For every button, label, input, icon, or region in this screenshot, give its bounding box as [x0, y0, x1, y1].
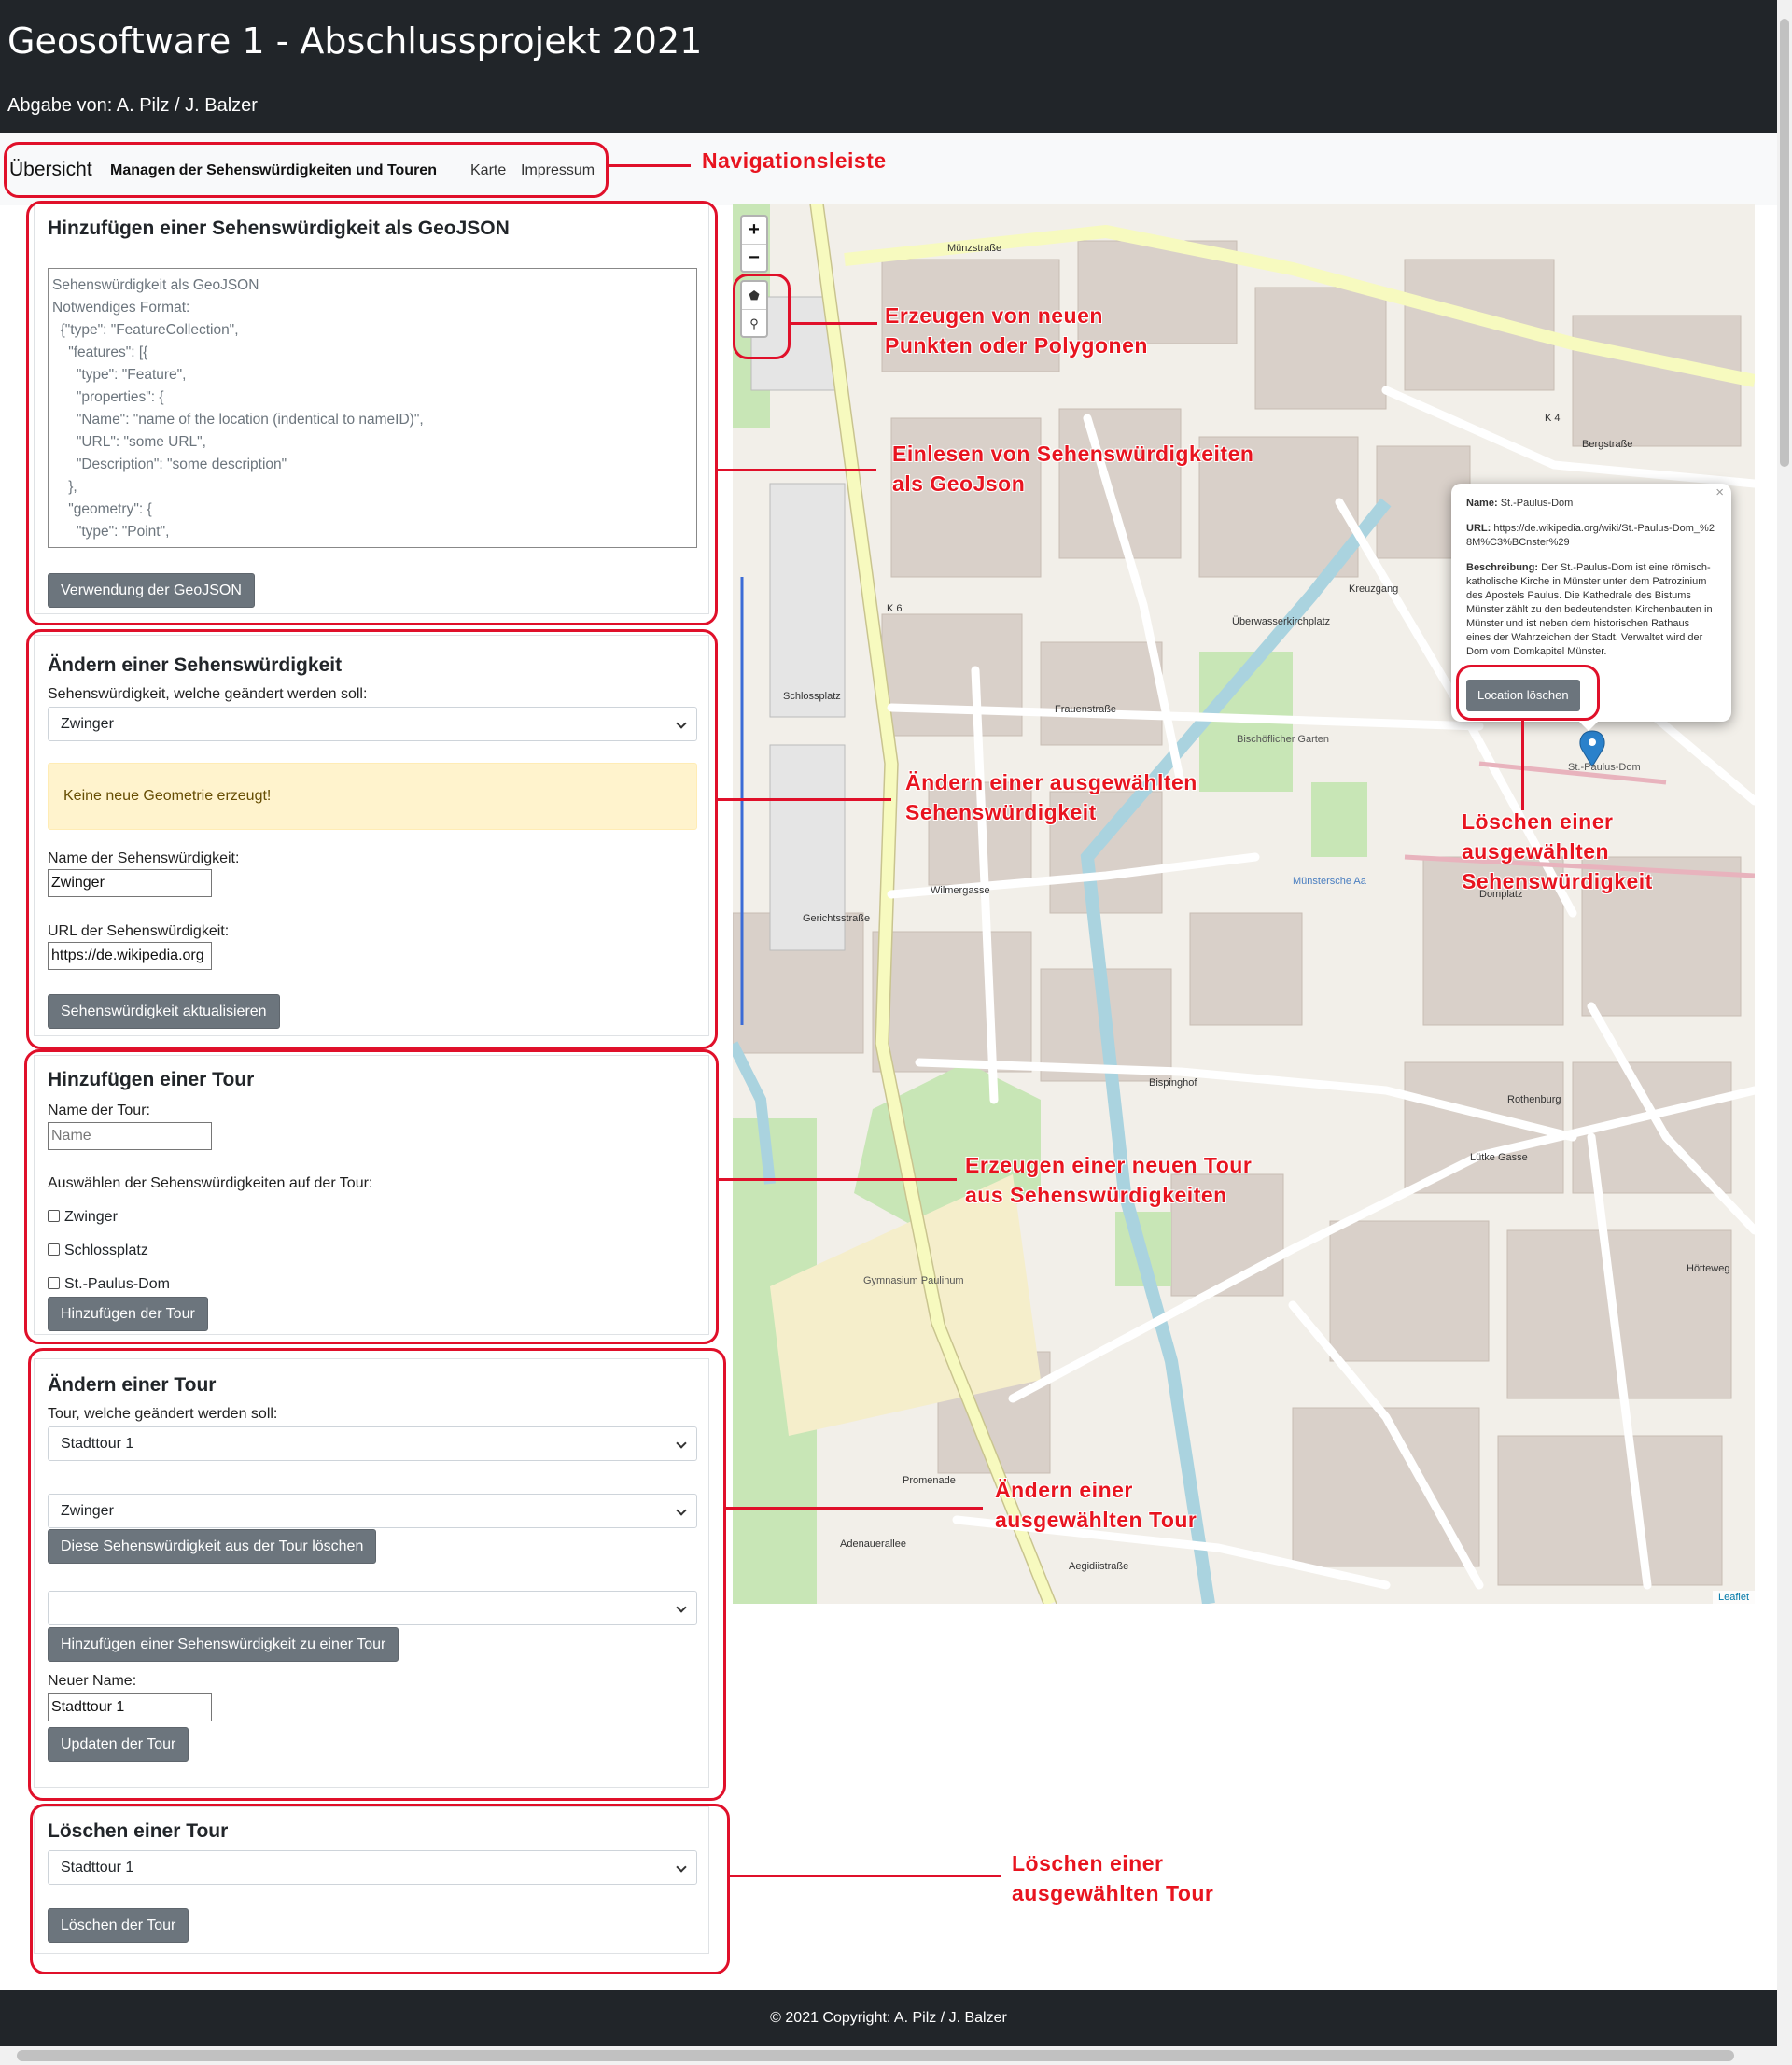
map-attribution[interactable]: Leaflet [1712, 1591, 1755, 1604]
annotation-navigationsleiste: Navigationsleiste [702, 148, 887, 173]
map-label: Schlossplatz [783, 691, 841, 702]
horizontal-scrollbar[interactable] [0, 2046, 1792, 2065]
map-label: Lütke Gasse [1470, 1152, 1528, 1163]
map-label: Bergstraße [1582, 439, 1633, 450]
map-label: Aegidiistraße [1069, 1561, 1129, 1572]
map-label: Münstersche Aa [1293, 876, 1366, 887]
map-tiles [733, 204, 1755, 1604]
annotation-erzeugen-tour-1: Erzeugen einer neuen Tour [965, 1153, 1253, 1177]
map-label: Bischöflicher Garten [1237, 734, 1330, 745]
annotation-aendern-tour-1: Ändern einer [995, 1478, 1133, 1502]
map-label: Überwasserkirchplatz [1232, 616, 1331, 627]
map-label: Frauenstraße [1055, 704, 1117, 715]
zoom-out-button[interactable]: − [742, 244, 766, 271]
annotation-line [726, 1507, 983, 1510]
popup-desc-label: Beschreibung: [1466, 562, 1539, 573]
map-label: Promenade [903, 1475, 956, 1486]
annotation-box-add-sight [26, 201, 718, 625]
popup-name-value: St.-Paulus-Dom [1500, 498, 1574, 509]
annotation-einlesen-2: als GeoJson [892, 471, 1026, 496]
annotation-line [1521, 721, 1524, 810]
map-label: Wilmergasse [931, 885, 990, 896]
annotation-box-edit-tour [28, 1348, 726, 1801]
annotation-erzeugen-tour-2: aus Sehenswürdigkeiten [965, 1183, 1227, 1207]
popup-url-value[interactable]: https://de.wikipedia.org/wiki/St.-Paulus… [1466, 523, 1715, 548]
annotation-box-draw-tools [733, 274, 791, 359]
zoom-control: + − [740, 215, 768, 273]
page-subtitle: Abgabe von: A. Pilz / J. Balzer [7, 95, 258, 116]
map-label: St.-Paulus-Dom [1568, 762, 1641, 773]
annotation-line [718, 798, 891, 801]
map-label: Gerichtsstraße [803, 913, 871, 924]
map[interactable]: Münzstraße Schlossplatz Frauenstraße Übe… [733, 204, 1755, 1604]
map-label: Gymnasium Paulinum [863, 1275, 964, 1286]
map-label: Hötteweg [1687, 1263, 1730, 1274]
popup-desc-value: Der St.-Paulus-Dom ist eine römisch-kath… [1466, 562, 1713, 657]
scrollbar-thumb[interactable] [1780, 19, 1789, 467]
page-header: Geosoftware 1 - Abschlussprojekt 2021 Ab… [0, 0, 1777, 133]
vertical-scrollbar[interactable] [1777, 0, 1792, 2046]
annotation-line [791, 322, 877, 325]
annotation-aendern-sight-1: Ändern einer ausgewählten [905, 770, 1197, 794]
annotation-line [718, 469, 876, 471]
map-label: K 4 [1545, 413, 1561, 424]
annotation-box-delete-location [1456, 665, 1600, 721]
page-title: Geosoftware 1 - Abschlussprojekt 2021 [7, 21, 703, 62]
map-label: Kreuzgang [1349, 583, 1399, 595]
map-label: Münzstraße [947, 243, 1002, 254]
scrollbar-thumb[interactable] [17, 2050, 1734, 2061]
annotation-aendern-tour-2: ausgewählten Tour [995, 1508, 1197, 1532]
annotation-loeschen-tour-1: Löschen einer [1012, 1851, 1164, 1875]
annotation-box-nav [4, 142, 609, 198]
close-icon[interactable]: × [1715, 485, 1724, 499]
map-label: K 6 [887, 603, 903, 614]
annotation-erzeugen-punkte-2: Punkten oder Polygonen [885, 333, 1148, 358]
page-footer: © 2021 Copyright: A. Pilz / J. Balzer [0, 1990, 1777, 2046]
annotation-loeschen-sight-3: Sehenswürdigkeit [1462, 869, 1653, 893]
annotation-loeschen-sight-1: Löschen einer [1462, 809, 1614, 834]
annotation-loeschen-sight-2: ausgewählten [1462, 839, 1610, 864]
popup-url-label: URL: [1466, 523, 1491, 534]
popup-tip [1577, 720, 1600, 731]
map-label: Adenauerallee [840, 1538, 906, 1550]
annotation-erzeugen-punkte-1: Erzeugen von neuen [885, 303, 1103, 328]
annotation-line [719, 1178, 957, 1181]
annotation-line [609, 164, 691, 167]
annotation-box-edit-sight [26, 629, 718, 1049]
annotation-aendern-sight-2: Sehenswürdigkeit [905, 800, 1097, 824]
annotation-einlesen-1: Einlesen von Sehenswürdigkeiten [892, 442, 1254, 466]
map-label: Bispinghof [1149, 1077, 1197, 1089]
annotation-line [730, 1875, 1001, 1877]
annotation-box-delete-tour [30, 1804, 730, 1974]
annotation-loeschen-tour-2: ausgewählten Tour [1012, 1881, 1214, 1905]
map-label: Rothenburg [1507, 1094, 1561, 1105]
zoom-in-button[interactable]: + [742, 217, 766, 244]
popup-name-label: Name: [1466, 498, 1498, 509]
annotation-box-add-tour [24, 1049, 719, 1344]
